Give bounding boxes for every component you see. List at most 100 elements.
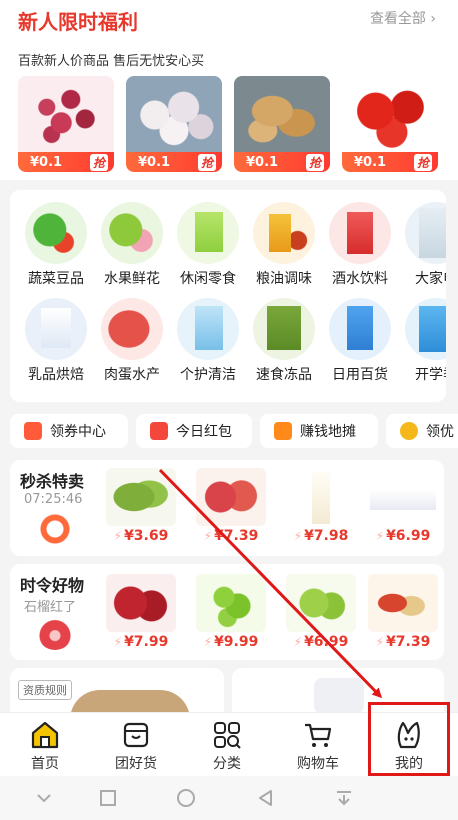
product-card[interactable]: ¥6.99 (364, 468, 442, 544)
pomegranate-icon (38, 618, 72, 650)
category-drinks[interactable]: 酒水饮料 (324, 202, 396, 288)
product-price: ¥7.99 (102, 634, 180, 650)
oil-icon (253, 202, 315, 264)
category-frozen[interactable]: 速食冻品 (248, 298, 320, 384)
category-vegetables[interactable]: 蔬菜豆品 (20, 202, 92, 288)
product-card[interactable]: ¥9.99 (192, 574, 270, 650)
promo-item[interactable]: ¥0.1 抢 (234, 76, 330, 172)
drink-icon (329, 202, 391, 264)
category-meat[interactable]: 肉蛋水产 (96, 298, 168, 384)
seasonal-title: 时令好物 (20, 576, 85, 595)
promo-subtitle: 百款新人价商品 售后无忧安心买 (18, 54, 205, 69)
promo-price: ¥0.1 (138, 154, 171, 170)
category-icon (214, 722, 241, 749)
category-label: 个护清洁 (180, 367, 236, 383)
category-grid: 蔬菜豆品 水果鲜花 休闲零食 粮油调味 酒水饮料 大家电 乳品烘焙 肉蛋水产 个… (10, 190, 446, 402)
category-daily[interactable]: 日用百货 (324, 298, 396, 384)
product-price: ¥6.99 (282, 634, 360, 650)
system-nav-bar (0, 776, 458, 820)
product-price: ¥6.99 (364, 528, 442, 544)
frozen-icon (253, 298, 315, 360)
promo-item[interactable]: ¥0.1 抢 (18, 76, 114, 172)
new-user-promo: 新人限时福利 查看全部 › 百款新人价商品 售后无忧安心买 ¥0.1 抢 ¥0.1… (0, 0, 458, 180)
product-card[interactable]: ¥3.69 (102, 468, 180, 544)
category-label: 蔬菜豆品 (28, 271, 84, 287)
product-card[interactable]: ¥7.39 (364, 574, 442, 650)
view-all-link[interactable]: 查看全部 › (370, 8, 436, 28)
category-grain-oil[interactable]: 粮油调味 (248, 202, 320, 288)
promo-item[interactable]: ¥0.1 抢 (126, 76, 222, 172)
fruit-icon (101, 202, 163, 264)
offer-chip[interactable]: 领优 (386, 414, 458, 448)
category-label: 粮油调味 (256, 271, 312, 287)
meat-icon (101, 298, 163, 360)
red-packet-icon (150, 422, 168, 440)
cleaning-icon (177, 298, 239, 360)
dairy-icon (25, 298, 87, 360)
qualification-tag[interactable]: 资质规则 (18, 680, 72, 700)
red-packet-chip[interactable]: 今日红包 (136, 414, 252, 448)
grab-badge: 抢 (305, 153, 324, 171)
category-snacks[interactable]: 休闲零食 (172, 202, 244, 288)
tab-category[interactable]: 分类 (187, 719, 267, 773)
milk-bottle-image (286, 468, 356, 526)
tab-group-buy[interactable]: 团好货 (96, 719, 176, 773)
tab-home[interactable]: 首页 (5, 719, 85, 773)
category-label: 酒水饮料 (332, 271, 388, 287)
apples-image (196, 468, 266, 526)
alarm-clock-icon (38, 514, 72, 544)
earn-money-chip[interactable]: 赚钱地摊 (260, 414, 378, 448)
download-icon[interactable] (334, 788, 354, 808)
home-button-icon[interactable] (176, 788, 196, 808)
product-card[interactable]: ¥7.98 (282, 468, 360, 544)
category-label: 乳品烘焙 (28, 367, 84, 383)
product-card[interactable]: ¥6.99 (282, 574, 360, 650)
grab-badge: 抢 (413, 153, 432, 171)
stall-icon (274, 422, 292, 440)
product-price: ¥9.99 (192, 634, 270, 650)
category-label: 日用百货 (332, 367, 388, 383)
category-appliances[interactable]: 大家电 (400, 202, 446, 288)
pomegranate-image (106, 574, 176, 632)
back-icon[interactable] (256, 788, 276, 808)
chip-label: 今日红包 (176, 424, 232, 440)
edamame-image (106, 468, 176, 526)
promo-price: ¥0.1 (30, 154, 63, 170)
product-card[interactable]: ¥7.39 (192, 468, 270, 544)
hide-keyboard-icon[interactable] (34, 788, 54, 808)
product-price: ¥7.39 (192, 528, 270, 544)
countdown-timer: 07:25:46 (24, 492, 83, 507)
chip-label: 领优 (426, 424, 454, 440)
product-price: ¥7.98 (282, 528, 360, 544)
coupon-center-chip[interactable]: 领券中心 (10, 414, 128, 448)
category-personal-care[interactable]: 个护清洁 (172, 298, 244, 384)
product-image-partial (314, 678, 364, 714)
category-dairy[interactable]: 乳品烘焙 (20, 298, 92, 384)
flash-sale-section[interactable]: 秒杀特卖 07:25:46 ¥3.69 ¥7.39 ¥7.98 ¥6.99 (10, 460, 444, 556)
category-fruit[interactable]: 水果鲜花 (96, 202, 168, 288)
product-card[interactable]: ¥7.99 (102, 574, 180, 650)
highlight-box (368, 702, 450, 776)
product-card-partial[interactable]: 资质规则 (10, 668, 224, 720)
tab-cart[interactable]: 购物车 (278, 719, 358, 773)
tab-label: 分类 (213, 756, 241, 772)
grapes-image (18, 76, 114, 154)
garlic-image (126, 76, 222, 154)
tab-label: 购物车 (297, 756, 339, 772)
category-label: 休闲零食 (180, 271, 236, 287)
category-label: 肉蛋水产 (104, 367, 160, 383)
recent-apps-icon[interactable] (98, 788, 118, 808)
box-product-image (368, 468, 438, 526)
grab-badge: 抢 (197, 153, 216, 171)
category-label: 开学季 (415, 367, 446, 383)
promo-title: 新人限时福利 (18, 10, 138, 34)
tomatoes-image (342, 76, 438, 154)
chip-label: 领券中心 (50, 424, 106, 440)
ginger-image (234, 76, 330, 154)
promo-item[interactable]: ¥0.1 抢 (342, 76, 438, 172)
category-school[interactable]: 开学季 (400, 298, 446, 384)
fruit-image (286, 574, 356, 632)
green-grapes-image (196, 574, 266, 632)
seasonal-section[interactable]: 时令好物 石榴红了 ¥7.99 ¥9.99 ¥6.99 ¥7.39 (10, 564, 444, 660)
product-price: ¥7.39 (364, 634, 442, 650)
